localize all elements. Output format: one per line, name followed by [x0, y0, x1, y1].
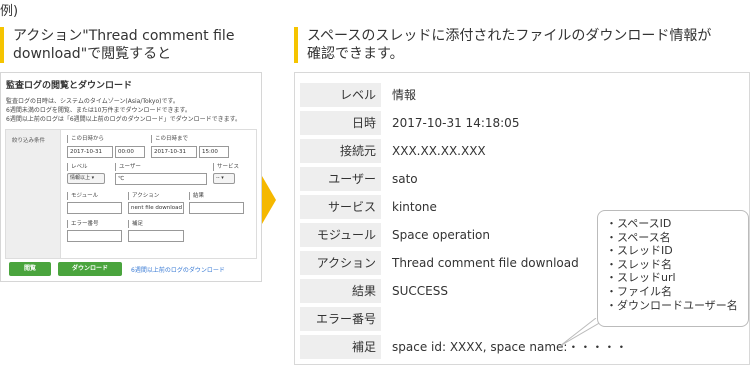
detail-label: エラー番号	[300, 307, 381, 331]
service-select[interactable]: -- ▾	[213, 173, 235, 184]
left-caption: アクション"Thread comment file download"で閲覧する…	[0, 27, 260, 63]
description-line: 監査ログの日時は、システムのタイムゾーン(Asia/Tokyo)です。	[6, 98, 179, 105]
detail-value: kintone	[392, 200, 437, 214]
detail-label: ユーザー	[300, 167, 381, 191]
detail-label: 結果	[300, 279, 381, 303]
detail-row: 補足 space id: XXXX, space name:・・・・・	[300, 335, 740, 359]
right-caption: スペースのスレッドに添付されたファイルのダウンロード情報が確認できます。	[294, 27, 714, 63]
audit-log-description: 監査ログの日時は、システムのタイムゾーン(Asia/Tokyo)です。 6週間未…	[6, 97, 258, 124]
filter-label-column: 絞り込み条件	[6, 130, 61, 258]
old-logs-download-link[interactable]: 6週間以上前のログのダウンロード	[131, 265, 225, 274]
arrow-right-icon	[262, 176, 276, 224]
audit-log-title: 監査ログの閲覧とダウンロード	[6, 81, 133, 91]
detail-label: 日時	[300, 111, 381, 135]
module-label: モジュール	[67, 192, 98, 200]
note-label: 補足	[128, 220, 143, 228]
callout-item: ・スレッドID	[606, 244, 673, 258]
service-label: サービス	[213, 163, 239, 171]
detail-label: サービス	[300, 195, 381, 219]
note-input[interactable]	[128, 230, 184, 242]
to-date-input[interactable]: 2017-10-31	[151, 146, 197, 158]
result-label: 結果	[189, 192, 204, 200]
detail-value: SUCCESS	[392, 284, 448, 298]
error-number-input[interactable]	[67, 230, 122, 242]
from-time-input[interactable]: 00:00	[115, 146, 145, 158]
callout-bubble: ・スペースID ・スペース名 ・スレッドID ・スレッド名 ・スレッドurl ・…	[597, 210, 749, 327]
callout-item: ・ファイル名	[606, 284, 672, 298]
to-datetime-label: この日時まで	[151, 135, 188, 143]
detail-row: 日時 2017-10-31 14:18:05	[300, 111, 740, 135]
view-button[interactable]: 閲覧	[9, 262, 51, 276]
detail-row: 接続元 XXX.XX.XX.XXX	[300, 139, 740, 163]
description-line: 6週間以上前のログは「6週間以上前のログのダウンロード」でダウンロードできます。	[6, 116, 242, 123]
filter-panel: 絞り込み条件 この日時から 2017-10-31 00:00 この日時まで 20…	[5, 129, 257, 259]
callout-item: ・スペースID	[606, 217, 672, 230]
detail-value: XXX.XX.XX.XXX	[392, 144, 486, 158]
result-input[interactable]	[189, 202, 244, 214]
detail-row: ユーザー sato	[300, 167, 740, 191]
level-select[interactable]: 情報以上 ▾	[67, 173, 105, 184]
detail-row: レベル 情報	[300, 83, 740, 107]
to-time-input[interactable]: 15:00	[199, 146, 229, 158]
action-input[interactable]: nent file download	[128, 202, 184, 214]
example-label: 例)	[0, 4, 19, 19]
error-number-label: エラー番号	[67, 220, 99, 228]
callout-item: ・スレッドurl	[606, 271, 676, 285]
detail-value: 情報	[392, 88, 417, 102]
callout-item: ・スレッド名	[606, 257, 672, 271]
detail-label: モジュール	[300, 223, 381, 247]
detail-label: アクション	[300, 251, 381, 275]
detail-label: 接続元	[300, 139, 381, 163]
download-button[interactable]: ダウンロード	[58, 262, 122, 276]
from-datetime-label: この日時から	[67, 135, 104, 143]
filter-label: 絞り込み条件	[12, 138, 46, 144]
level-label: レベル	[67, 163, 88, 171]
detail-value: sato	[392, 172, 418, 186]
user-label: ユーザー	[115, 163, 141, 171]
detail-label: レベル	[300, 83, 381, 107]
from-date-input[interactable]: 2017-10-31	[67, 146, 113, 158]
action-label: アクション	[128, 192, 159, 200]
detail-label: 補足	[300, 335, 381, 359]
detail-value: Space operation	[392, 228, 490, 242]
module-input[interactable]	[67, 202, 122, 214]
user-input[interactable]: ℃	[115, 173, 207, 185]
callout-item: ・ダウンロードユーザー名	[606, 298, 738, 312]
callout-item: ・スペース名	[606, 230, 671, 244]
detail-value: Thread comment file download	[392, 256, 579, 270]
audit-log-screenshot: 監査ログの閲覧とダウンロード 監査ログの日時は、システムのタイムゾーン(Asia…	[0, 72, 262, 282]
detail-value: 2017-10-31 14:18:05	[392, 116, 520, 130]
description-line: 6週間未満のログを閲覧、または10万件までダウンロードできます。	[6, 107, 191, 114]
